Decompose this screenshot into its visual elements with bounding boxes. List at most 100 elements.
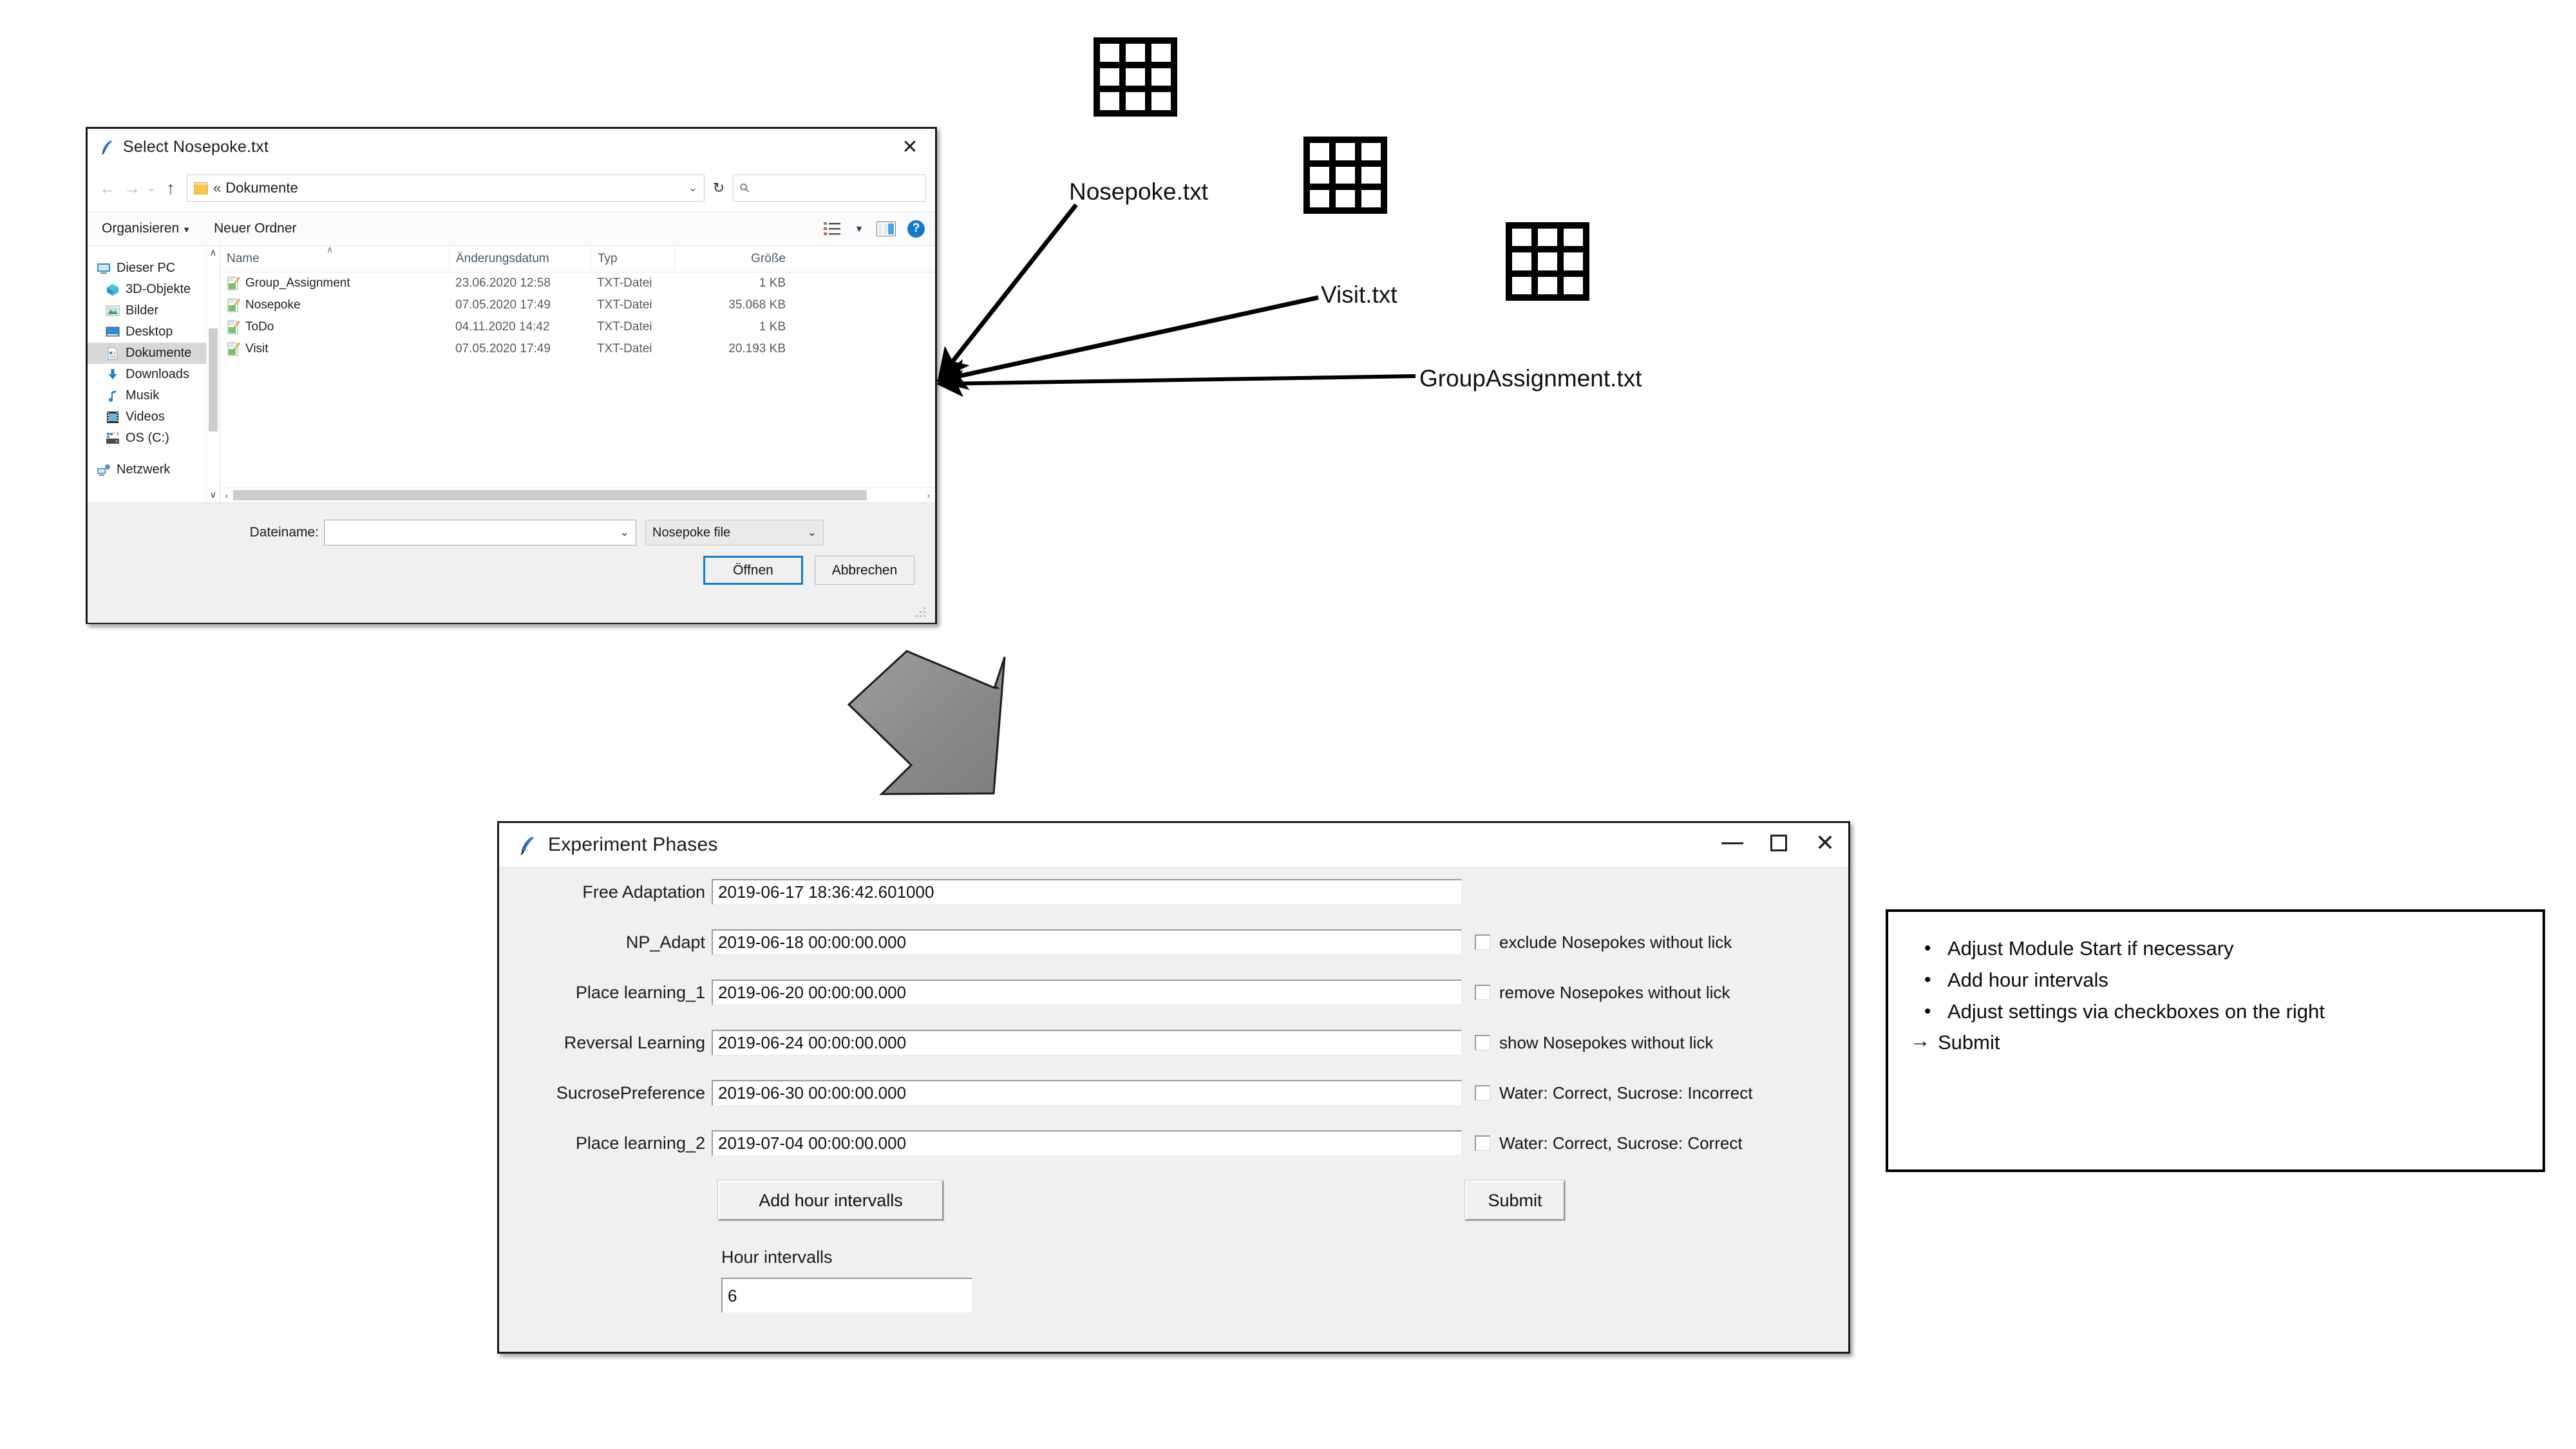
sidebar-scrollbar[interactable]: ∧ ∨: [206, 246, 220, 502]
close-button[interactable]: ✕: [1802, 823, 1848, 863]
phase-label: Place learning_2: [575, 1133, 705, 1153]
checkbox-icon[interactable]: [1475, 1085, 1490, 1101]
checkbox-icon[interactable]: [1475, 1135, 1490, 1151]
sidebar-item-dokumente[interactable]: Dokumente: [88, 343, 220, 364]
file-name: Visit: [245, 342, 269, 355]
column-header-date[interactable]: Änderungsdatum: [449, 246, 591, 272]
scroll-up-icon[interactable]: ∧: [207, 246, 220, 260]
resize-grip[interactable]: [914, 606, 929, 618]
instruction-final-text: Submit: [1938, 1031, 2000, 1054]
submit-button[interactable]: Submit: [1464, 1180, 1566, 1221]
sidebar-item-netzwerk[interactable]: Netzwerk: [88, 459, 220, 480]
experiment-phases-title: Experiment Phases: [548, 834, 718, 855]
option-checkbox-row[interactable]: show Nosepokes without lick: [1475, 1033, 1713, 1053]
preview-pane-icon[interactable]: [876, 222, 896, 236]
search-input[interactable]: ⚲: [733, 175, 926, 202]
sidebar-scroll-thumb[interactable]: [209, 328, 218, 431]
phase-datetime-input[interactable]: 2019-06-18 00:00:00.000: [712, 929, 1462, 955]
sidebar-item-musik[interactable]: Musik: [88, 385, 220, 406]
filename-input[interactable]: ⌄: [324, 520, 636, 545]
phase-datetime-input[interactable]: 2019-06-17 18:36:42.601000: [712, 879, 1462, 905]
table-row[interactable]: Group_Assignment 23.06.2020 12:58 TXT-Date…: [220, 272, 935, 294]
checkbox-icon[interactable]: [1475, 934, 1490, 950]
file-date-cell: 23.06.2020 12:58: [455, 276, 551, 290]
places-sidebar: Dieser PC 3D-Objekte Bilder Desktop Dokument…: [88, 246, 220, 502]
hscroll-track[interactable]: [233, 490, 922, 500]
column-header-type[interactable]: Typ: [591, 246, 674, 272]
phase-datetime-input[interactable]: 2019-06-30 00:00:00.000: [712, 1080, 1462, 1106]
sidebar-item-label: Desktop: [126, 325, 173, 339]
address-bar[interactable]: «Dokumente ⌄: [187, 175, 705, 202]
scroll-left-icon[interactable]: ‹: [220, 490, 233, 500]
file-open-dialog[interactable]: Select Nosepoke.txt ✕ ← → ⌄ ↑ «Dokumente…: [86, 127, 937, 624]
sidebar-item-videos[interactable]: Videos: [88, 406, 220, 428]
up-icon[interactable]: ↑: [158, 178, 183, 198]
sidebar-item-downloads[interactable]: Downloads: [88, 364, 220, 385]
phase-datetime-input[interactable]: 2019-07-04 00:00:00.000: [712, 1130, 1462, 1156]
sidebar-item-os-c[interactable]: OS (C:): [88, 428, 220, 449]
sidebar-item-label: Dieser PC: [117, 261, 176, 275]
sidebar-item-label: Videos: [126, 410, 165, 424]
experiment-phases-titlebar: Experiment Phases ✕: [499, 823, 1848, 867]
open-button[interactable]: Öffnen: [703, 556, 803, 585]
phase-datetime-input[interactable]: 2019-06-20 00:00:00.000: [712, 980, 1462, 1005]
checkbox-label: exclude Nosepokes without lick: [1499, 932, 1732, 952]
bullet-icon: •: [1924, 969, 1931, 990]
column-header-name[interactable]: Name ∧: [220, 244, 449, 272]
hscroll-thumb[interactable]: [233, 490, 867, 500]
checkbox-icon[interactable]: [1475, 985, 1490, 1000]
text-file-icon: [227, 320, 240, 334]
horizontal-scrollbar[interactable]: ‹ ›: [220, 488, 935, 502]
sidebar-item-label: Downloads: [126, 367, 189, 381]
address-caret-icon[interactable]: ⌄: [688, 182, 697, 194]
file-list[interactable]: Name ∧ Änderungsdatum Typ Größe Group_As…: [220, 244, 935, 502]
back-icon[interactable]: ←: [95, 178, 120, 198]
scroll-right-icon[interactable]: ›: [922, 490, 935, 500]
file-dialog-body: Dieser PC 3D-Objekte Bilder Desktop Dokument…: [88, 244, 935, 502]
option-checkbox-row[interactable]: Water: Correct, Sucrose: Correct: [1475, 1133, 1743, 1153]
refresh-icon[interactable]: ↻: [705, 180, 733, 196]
phase-datetime-input[interactable]: 2019-06-24 00:00:00.000: [712, 1030, 1462, 1056]
table-row[interactable]: ToDo 04.11.2020 14:42 TXT-Datei 1 KB: [220, 316, 935, 338]
file-name-cell: Visit: [220, 338, 449, 360]
cancel-button[interactable]: Abbrechen: [815, 556, 914, 585]
phase-datetime-value: 2019-06-24 00:00:00.000: [718, 1033, 907, 1052]
table-row[interactable]: Nosepoke 07.05.2020 17:49 TXT-Datei 35.068 …: [220, 294, 935, 316]
column-header-size[interactable]: Größe: [674, 246, 793, 272]
organize-menu[interactable]: Organisieren ▼: [102, 221, 191, 236]
sidebar-item-bilder[interactable]: Bilder: [88, 300, 220, 321]
sidebar-item-desktop[interactable]: Desktop: [88, 321, 220, 343]
option-checkbox-row[interactable]: Water: Correct, Sucrose: Incorrect: [1475, 1083, 1752, 1103]
sidebar-item-3d-objekte[interactable]: 3D-Objekte: [88, 279, 220, 300]
text-file-icon: [227, 342, 240, 356]
sidebar-item-label: Netzwerk: [117, 462, 171, 477]
new-folder-button[interactable]: Neuer Ordner: [214, 221, 296, 236]
view-caret-icon[interactable]: ▼: [855, 223, 864, 234]
sidebar-item-dieser-pc[interactable]: Dieser PC: [88, 258, 220, 279]
file-type-cell: TXT-Datei: [597, 276, 652, 290]
option-checkbox-row[interactable]: exclude Nosepokes without lick: [1475, 933, 1732, 952]
option-checkbox-row[interactable]: remove Nosepokes without lick: [1475, 983, 1730, 1003]
help-icon[interactable]: ?: [907, 220, 925, 238]
filetype-caret-icon: ⌄: [807, 526, 817, 538]
breadcrumb-current: Dokumente: [225, 180, 298, 196]
filename-caret-icon[interactable]: ⌄: [620, 526, 636, 539]
hour-intervals-input[interactable]: 6: [721, 1278, 972, 1312]
table-row[interactable]: Visit 07.05.2020 17:49 TXT-Datei 20.193 KB: [220, 338, 935, 360]
checkbox-icon[interactable]: [1475, 1035, 1490, 1050]
view-options-icon[interactable]: [824, 222, 842, 236]
file-date-cell: 04.11.2020 14:42: [455, 320, 550, 334]
file-size-cell: 35.068 KB: [728, 298, 786, 312]
organize-label: Organisieren: [102, 221, 180, 236]
maximize-button[interactable]: [1756, 823, 1802, 863]
experiment-phases-window[interactable]: Experiment Phases ✕ Free Adaptation 2019-…: [497, 821, 1850, 1354]
breadcrumb-separator: «: [213, 180, 222, 196]
instruction-item: • Add hour intervals: [1910, 967, 2521, 994]
forward-icon[interactable]: →: [120, 178, 144, 198]
recent-locations-caret-icon[interactable]: ⌄: [144, 182, 158, 194]
scroll-down-icon[interactable]: ∨: [207, 488, 220, 502]
minimize-button[interactable]: [1709, 823, 1756, 863]
add-hour-intervals-button[interactable]: Add hour intervalls: [717, 1180, 944, 1221]
close-icon[interactable]: ✕: [899, 137, 921, 158]
filetype-select[interactable]: Nosepoke file ⌄: [645, 520, 824, 545]
